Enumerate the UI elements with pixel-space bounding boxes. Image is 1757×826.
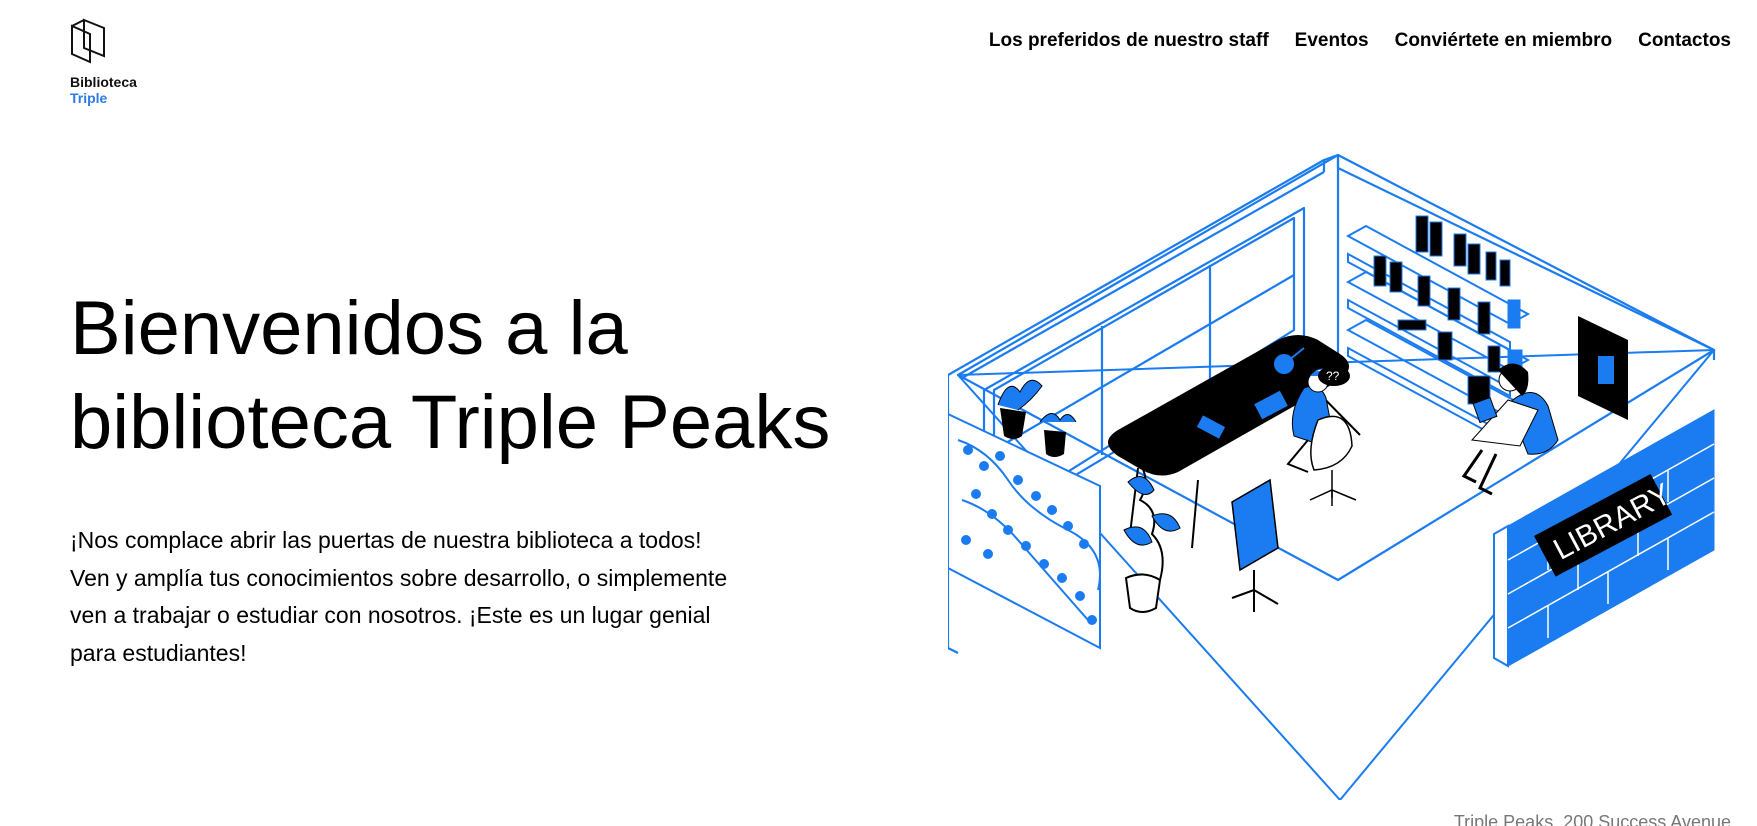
nav-link-contacts[interactable]: Contactos bbox=[1638, 30, 1731, 52]
logo-text: Biblioteca Triple bbox=[70, 74, 137, 106]
nav-link-events[interactable]: Eventos bbox=[1295, 30, 1369, 52]
page: Biblioteca Triple Los preferidos de nues… bbox=[0, 0, 1757, 826]
hero-title: Bienvenidos a la biblioteca Triple Peaks bbox=[70, 282, 890, 470]
nav-link-membership[interactable]: Conviértete en miembro bbox=[1395, 30, 1613, 52]
wall-screen bbox=[1578, 316, 1628, 420]
logo[interactable]: Biblioteca Triple bbox=[70, 18, 137, 106]
hero-title-line2: biblioteca Triple Peaks bbox=[70, 380, 831, 465]
main-nav: Los preferidos de nuestro staff Eventos … bbox=[989, 30, 1731, 52]
footer-address: Triple Peaks, 200 Success Avenue bbox=[1453, 812, 1731, 826]
svg-text:??: ?? bbox=[1326, 369, 1340, 383]
plant-pot-3 bbox=[1123, 459, 1181, 613]
logo-line2: Triple bbox=[70, 90, 108, 106]
hedge bbox=[948, 412, 1101, 650]
library-illustration: ?? LIBRARY bbox=[948, 153, 1716, 800]
logo-line1: Biblioteca bbox=[70, 74, 137, 90]
logo-icon bbox=[71, 18, 105, 64]
hero-title-line1: Bienvenidos a la bbox=[70, 286, 628, 371]
chair bbox=[1231, 478, 1279, 612]
nav-link-staff-picks[interactable]: Los preferidos de nuestro staff bbox=[989, 30, 1269, 52]
office-chair bbox=[1309, 415, 1357, 506]
hero-description: ¡Nos complace abrir las puertas de nuest… bbox=[70, 527, 728, 666]
